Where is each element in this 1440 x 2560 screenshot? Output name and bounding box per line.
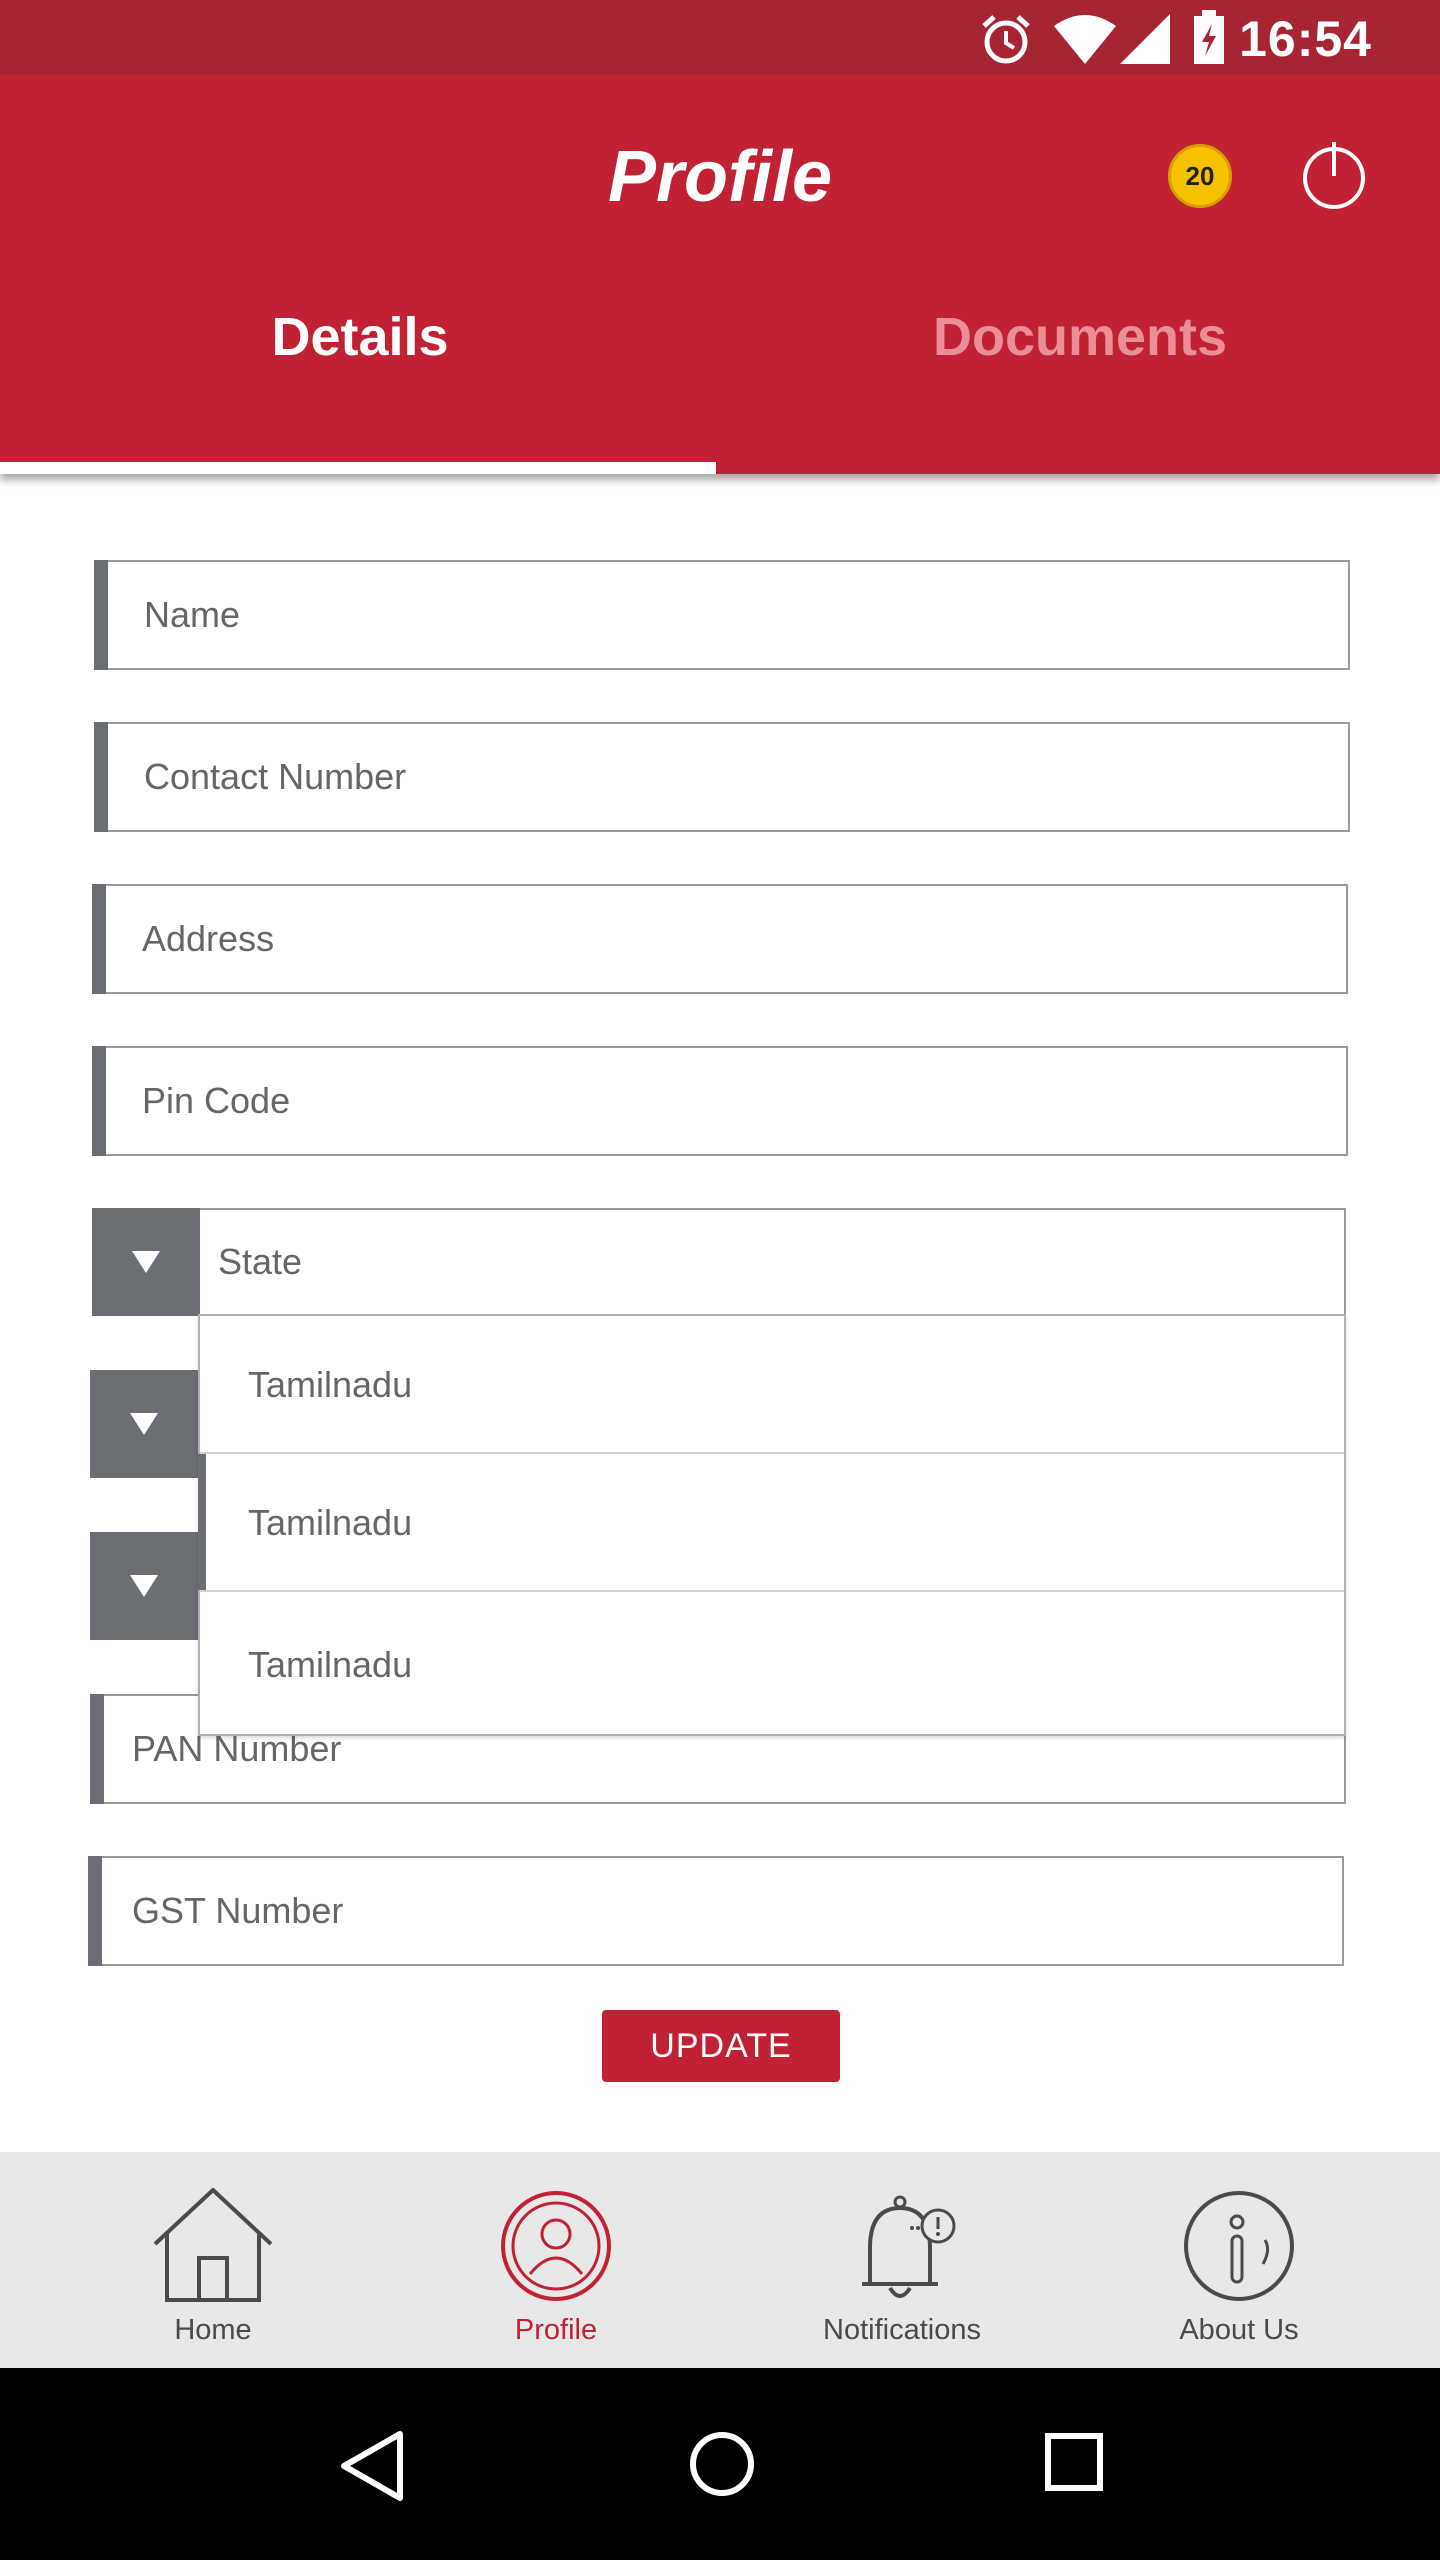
field-accent <box>94 560 108 670</box>
nav-home-label: Home <box>174 2314 252 2346</box>
nav-notifications[interactable]: Notifications <box>752 2152 1052 2368</box>
gst-field <box>88 1856 1344 1966</box>
signal-icon <box>1120 14 1170 64</box>
coin-badge[interactable]: 20 <box>1168 144 1232 208</box>
app-bar: Profile 20 Details Documents <box>0 74 1440 474</box>
nav-notifications-label: Notifications <box>823 2314 981 2346</box>
update-button[interactable]: UPDATE <box>602 2010 840 2082</box>
nav-home[interactable]: Home <box>63 2152 363 2368</box>
contact-field <box>94 722 1350 832</box>
address-input[interactable] <box>106 886 1346 992</box>
dropdown-option[interactable]: Tamilnadu <box>200 1316 1344 1454</box>
home-circle-icon[interactable] <box>688 2430 756 2498</box>
profile-icon <box>501 2191 611 2301</box>
field-accent <box>94 722 108 832</box>
nav-profile[interactable]: Profile <box>406 2152 706 2368</box>
state-select-value: State <box>218 1241 303 1282</box>
nav-profile-label: Profile <box>514 2314 598 2346</box>
nav-about-us-label: About Us <box>1179 2314 1299 2346</box>
triangle-down-icon <box>130 1575 158 1597</box>
info-icon <box>1184 2191 1294 2301</box>
name-input[interactable] <box>108 562 1348 668</box>
triangle-down-icon <box>130 1413 158 1435</box>
name-field <box>94 560 1350 670</box>
gst-input[interactable] <box>102 1858 1342 1964</box>
state-dropdown-list: Tamilnadu Tamilnadu Tamilnadu <box>198 1314 1346 1736</box>
city-dropdown-button[interactable] <box>90 1370 198 1478</box>
status-bar: 16:54 <box>0 0 1440 74</box>
status-time: 16:54 <box>1239 11 1372 67</box>
state-select[interactable]: State <box>92 1208 1346 1316</box>
battery-charging-icon <box>1194 10 1224 64</box>
dropdown-option[interactable]: Tamilnadu <box>198 1454 1344 1592</box>
power-icon[interactable] <box>1300 140 1368 212</box>
home-icon <box>153 2188 273 2302</box>
tab-indicator <box>0 462 716 474</box>
dropdown-option[interactable]: Tamilnadu <box>200 1592 1344 1734</box>
state-dropdown-button[interactable] <box>92 1208 200 1316</box>
alarm-icon <box>982 15 1030 64</box>
pincode-field <box>92 1046 1348 1156</box>
recents-icon[interactable] <box>1044 2432 1104 2492</box>
field-accent <box>92 884 106 994</box>
pincode-input[interactable] <box>106 1048 1346 1154</box>
address-field <box>92 884 1348 994</box>
wifi-icon <box>1054 15 1116 64</box>
bottom-nav: Home Profile Notifications About Us <box>0 2152 1440 2368</box>
back-icon[interactable] <box>338 2430 406 2502</box>
field-accent <box>88 1856 102 1966</box>
tab-details[interactable]: Details <box>0 240 720 400</box>
contact-input[interactable] <box>108 724 1348 830</box>
field-accent <box>90 1694 104 1804</box>
field-accent <box>92 1046 106 1156</box>
nav-about-us[interactable]: About Us <box>1089 2152 1389 2368</box>
triangle-down-icon <box>132 1251 160 1273</box>
district-dropdown-button[interactable] <box>90 1532 198 1640</box>
bell-icon <box>862 2195 956 2298</box>
tab-documents[interactable]: Documents <box>720 240 1440 400</box>
system-nav-bar <box>0 2368 1440 2560</box>
